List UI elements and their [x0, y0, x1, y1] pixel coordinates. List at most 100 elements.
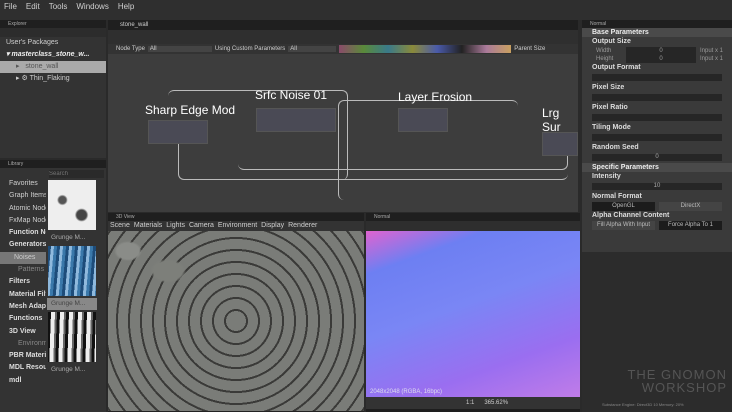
graph-toolbar — [108, 30, 578, 44]
pixel-ratio-select[interactable] — [592, 114, 722, 121]
3d-menu-materials[interactable]: Materials — [134, 221, 162, 231]
thumb-grunge-3[interactable] — [48, 312, 96, 362]
library-search-input[interactable] — [49, 170, 104, 178]
height-label: Height — [596, 56, 614, 62]
3d-menu-lights[interactable]: Lights — [166, 221, 185, 231]
output-size-label: Output Size — [592, 38, 631, 45]
thumb-label: Grunge M... — [47, 298, 97, 310]
pixel-size-input[interactable] — [592, 94, 722, 101]
lib-cat-mdl[interactable]: mdl — [0, 375, 46, 387]
lib-cat-function-nodes[interactable]: Function Nodes — [0, 227, 46, 239]
lib-cat-filters[interactable]: Filters — [0, 276, 46, 288]
directx-button[interactable]: DirectX — [659, 202, 722, 211]
fill-alpha-button[interactable]: Fill Alpha With Input — [592, 221, 655, 230]
3d-view-title: 3D View — [108, 213, 364, 221]
menu-windows[interactable]: Windows — [76, 2, 108, 11]
node-type-label: Node Type — [116, 46, 145, 52]
package-item[interactable]: ▾ masterclass_stone_w... — [0, 49, 106, 61]
lib-cat-functions[interactable]: Functions — [0, 313, 46, 325]
explorer-panel: Explorer User's Packages ▾ masterclass_s… — [0, 20, 106, 158]
menu-tools[interactable]: Tools — [49, 2, 68, 11]
image-info: 2048x2048 (RGBA, 16bpc) — [370, 389, 443, 395]
thumb-grunge-1[interactable] — [48, 180, 96, 230]
custom-params-label: Using Custom Parameters — [214, 46, 286, 52]
width-input[interactable]: 0 — [626, 47, 696, 55]
item-label: Thin_Flaking — [29, 75, 70, 82]
lib-cat-pbr[interactable]: PBR Materials — [0, 350, 46, 362]
intensity-label: Intensity — [592, 173, 621, 180]
custom-params-select[interactable]: All — [288, 46, 337, 52]
node-layer-erosion[interactable] — [398, 108, 448, 132]
node-lrg-sur[interactable] — [542, 132, 578, 156]
lib-cat-mesh-adaptive[interactable]: Mesh Adaptive — [0, 301, 46, 313]
3d-menu-environment[interactable]: Environment — [218, 221, 257, 231]
node-label: Lrg Sur — [542, 106, 561, 134]
graph-view[interactable]: stone_wall Node Type All Using Custom Pa… — [108, 20, 578, 212]
normal-format-label: Normal Format — [592, 193, 642, 200]
alpha-content-label: Alpha Channel Content — [592, 212, 670, 219]
graph-item-thin-flaking[interactable]: ▸ ⚙ Thin_Flaking — [0, 73, 106, 85]
params-empty-area: THE GNOMON WORKSHOP Substance Engine: Di… — [582, 252, 732, 412]
lib-cat-material-filters[interactable]: Material Filters — [0, 289, 46, 301]
3d-menu-camera[interactable]: Camera — [189, 221, 214, 231]
lib-cat-mdl-resources[interactable]: MDL Resources — [0, 362, 46, 374]
width-mode[interactable]: Input x 1 — [696, 47, 723, 55]
node-filter-icons[interactable] — [339, 45, 512, 53]
3d-viewport-stone[interactable] — [108, 231, 364, 411]
opengl-button[interactable]: OpenGL — [592, 202, 655, 211]
lib-cat-graph-items[interactable]: Graph Items — [0, 190, 46, 202]
3d-menu-renderer[interactable]: Renderer — [288, 221, 317, 231]
ratio-button[interactable]: 1:1 — [466, 400, 474, 406]
random-seed-slider[interactable]: 0 — [592, 154, 722, 161]
lib-cat-atomic[interactable]: Atomic Nodes — [0, 203, 46, 215]
menu-bar: File Edit Tools Windows Help — [0, 0, 732, 12]
tiling-mode-label: Tiling Mode — [592, 124, 631, 131]
2d-view-title: Normal — [366, 213, 580, 221]
height-input[interactable]: 0 — [626, 55, 696, 63]
2d-viewport-normal-map[interactable]: 2048x2048 (RGBA, 16bpc) — [366, 231, 580, 397]
parameters-panel: Normal Base Parameters Output Size Width… — [582, 20, 732, 252]
status-text: Substance Engine: Direct3D 10 Memory: 20… — [602, 402, 684, 407]
thumb-label: Grunge M... — [51, 234, 86, 241]
output-format-label: Output Format — [592, 64, 641, 71]
tiling-mode-select[interactable] — [592, 134, 722, 141]
lib-cat-favorites[interactable]: Favorites — [0, 178, 46, 190]
intensity-slider[interactable]: 10 — [592, 183, 722, 190]
item-label: stone_wall — [25, 63, 59, 70]
graph-tab[interactable]: stone_wall — [108, 20, 578, 30]
graph-item-stone-wall[interactable]: ▸ stone_wall — [0, 61, 106, 73]
lib-cat-generators[interactable]: Generators — [0, 239, 46, 251]
pixel-ratio-label: Pixel Ratio — [592, 104, 628, 111]
output-format-select[interactable] — [592, 74, 722, 81]
node-label: Sharp Edge Mod — [145, 103, 236, 117]
thumb-grunge-2[interactable] — [48, 246, 96, 296]
node-label: Srfc Noise 01 — [255, 88, 328, 102]
lib-cat-environment[interactable]: Environment — [0, 338, 46, 350]
node-srfc-noise[interactable] — [256, 108, 336, 132]
node-sharp-edge-mod[interactable] — [148, 120, 208, 144]
parent-size-select[interactable]: Parent Size — [514, 46, 545, 52]
3d-menu-display[interactable]: Display — [261, 221, 284, 231]
width-label: Width — [596, 48, 612, 54]
base-params-section[interactable]: Base Parameters — [582, 28, 732, 37]
height-mode[interactable]: Input x 1 — [696, 55, 723, 63]
zoom-level[interactable]: 365.62% — [484, 400, 508, 406]
gnomon-watermark: THE GNOMON WORKSHOP — [627, 367, 727, 395]
library-title: Library — [0, 160, 106, 168]
lib-cat-patterns[interactable]: Patterns — [0, 264, 46, 276]
lib-cat-3d-view[interactable]: 3D View — [0, 326, 46, 338]
menu-edit[interactable]: Edit — [26, 2, 40, 11]
force-alpha-button[interactable]: Force Alpha To 1 — [659, 221, 722, 230]
2d-view-panel: Normal 2048x2048 (RGBA, 16bpc) 1:1 365.6… — [366, 213, 580, 412]
main-toolbar — [0, 12, 732, 20]
lib-cat-fxmap[interactable]: FxMap Nodes — [0, 215, 46, 227]
node-type-select[interactable]: All — [147, 46, 212, 52]
3d-menu-scene[interactable]: Scene — [110, 221, 130, 231]
thumb-label: Grunge M... — [51, 366, 86, 373]
lib-cat-noises[interactable]: Noises — [0, 251, 46, 265]
menu-file[interactable]: File — [4, 2, 17, 11]
menu-help[interactable]: Help — [118, 2, 134, 11]
explorer-title: Explorer — [0, 20, 106, 28]
specific-params-section[interactable]: Specific Parameters — [582, 163, 732, 172]
params-title: Normal — [582, 20, 732, 28]
